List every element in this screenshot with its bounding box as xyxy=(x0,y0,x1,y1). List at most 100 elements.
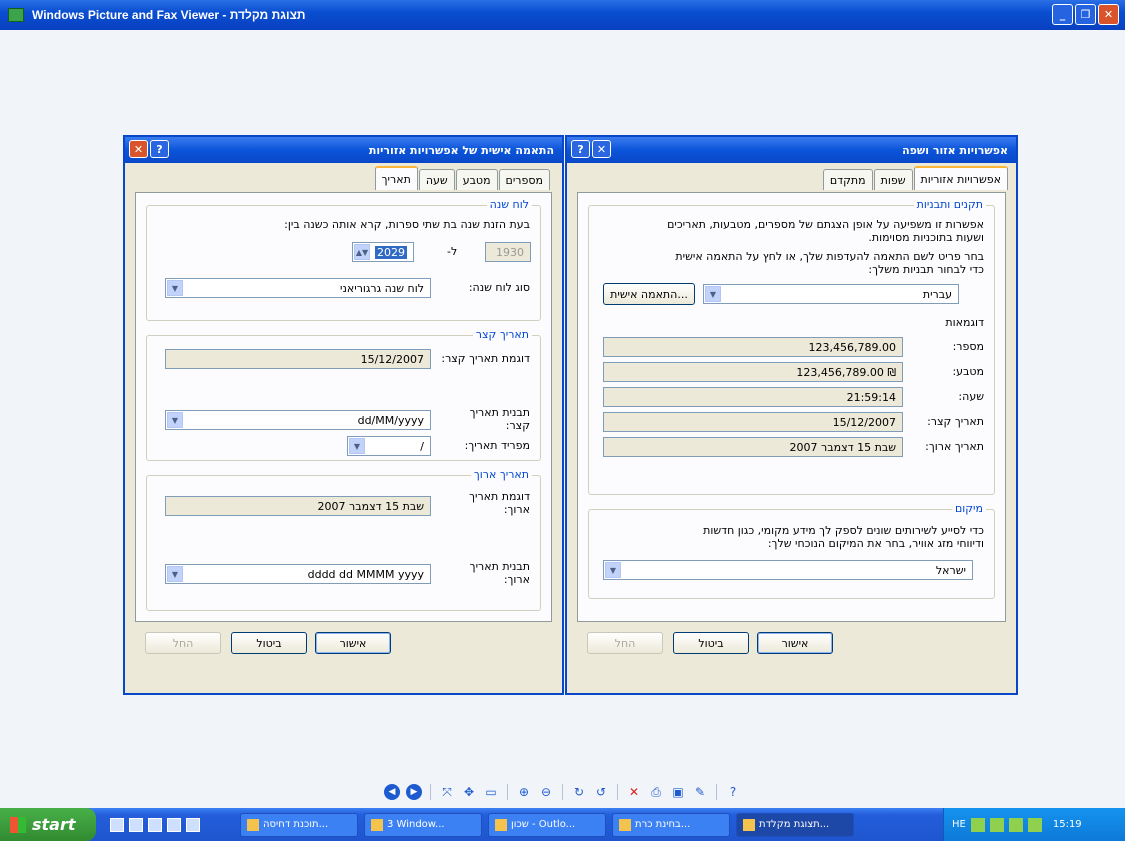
taskbar-item-active[interactable]: תצוגת מקלדת... xyxy=(736,812,854,837)
cancel-button[interactable]: ביטול xyxy=(673,632,749,654)
toolbar-separator xyxy=(617,784,618,800)
regional-options-panel: תקנים ותבניות אפשרות זו משפיעה על אופן ה… xyxy=(577,192,1006,622)
taskbar-item[interactable]: שכון - Outlo... xyxy=(488,812,606,837)
chevron-down-icon[interactable]: ▼ xyxy=(167,412,183,428)
format-language-value: עברית xyxy=(922,287,952,301)
tab-languages[interactable]: שפות xyxy=(873,169,913,190)
window-title: Windows Picture and Fax Viewer - תצוגת מ… xyxy=(32,8,306,22)
image-viewer-area: ✕ ? התאמה אישית של אפשרויות אזוריות מספר… xyxy=(0,30,1125,808)
rotate-counterclockwise-icon[interactable]: ↺ xyxy=(593,784,609,800)
chevron-down-icon[interactable]: ▼ xyxy=(705,286,721,302)
zoom-out-icon[interactable]: ⊖ xyxy=(538,784,554,800)
short-date-format-label: תבנית תאריך קצר: xyxy=(469,406,530,432)
tab-regional-options[interactable]: אפשרויות אזוריות xyxy=(913,166,1008,190)
outlook-icon[interactable] xyxy=(148,817,162,832)
slideshow-icon[interactable]: ▭ xyxy=(483,784,499,800)
date-tab-panel: לוח שנה בעת הזנת שנה בת שתי ספרות, קרא א… xyxy=(135,192,552,622)
show-desktop-icon[interactable] xyxy=(186,817,200,832)
two-digit-year-description: בעת הזנת שנה בת שתי ספרות, קרא אותה כשנה… xyxy=(284,218,530,231)
sample-long-date-field: שבת 15 דצמבר 2007 xyxy=(603,437,903,457)
delete-icon[interactable]: ✕ xyxy=(626,784,642,800)
short-date-format-value: dd/MM/yyyy xyxy=(357,413,424,427)
chevron-down-icon[interactable]: ▼ xyxy=(167,280,183,296)
taskbar-item-label: בחינת כרת... xyxy=(635,819,691,830)
restore-button[interactable]: ❐ xyxy=(1075,4,1096,25)
help-icon[interactable]: ? xyxy=(571,140,590,158)
location-dropdown[interactable]: ישראל ▼ xyxy=(603,560,973,580)
tab-numbers[interactable]: מספרים xyxy=(498,169,550,190)
help-icon[interactable]: ? xyxy=(725,784,741,800)
main-title-bar[interactable]: Windows Picture and Fax Viewer - תצוגת מ… xyxy=(0,0,1125,30)
start-button[interactable]: start xyxy=(0,808,96,841)
help-icon[interactable]: ? xyxy=(150,140,169,158)
formats-description-line4: כדי לבחור תבניות משלך: xyxy=(868,263,984,276)
document-icon[interactable] xyxy=(129,817,143,832)
viewer-toolbar: ◀ ▶ ⤧ ✥ ▭ ⊕ ⊖ ↻ ↺ ✕ ⎙ ▣ ✎ ? xyxy=(0,778,1125,806)
print-icon[interactable]: ⎙ xyxy=(648,784,664,800)
system-tray: HE 15:19 xyxy=(943,808,1125,841)
spinner-arrows-icon[interactable]: ▲▼ xyxy=(354,244,370,260)
tab-advanced[interactable]: מתקדם xyxy=(822,169,873,190)
short-date-group: תאריך קצר דוגמת תאריך קצר: 15/12/2007 תב… xyxy=(146,328,541,461)
year-to-spinner[interactable]: 2029 ▲▼ xyxy=(352,242,414,262)
toolbar-separator xyxy=(562,784,563,800)
internet-explorer-icon[interactable] xyxy=(110,817,124,832)
tray-icon[interactable] xyxy=(1027,817,1042,832)
calendar-type-dropdown[interactable]: לוח שנה גרגוריאני ▼ xyxy=(165,278,431,298)
tab-date[interactable]: תאריך xyxy=(374,166,418,190)
ok-button[interactable]: אישור xyxy=(315,632,391,654)
short-date-format-dropdown[interactable]: dd/MM/yyyy ▼ xyxy=(165,410,431,430)
close-icon[interactable]: ✕ xyxy=(129,140,148,158)
chevron-down-icon[interactable]: ▼ xyxy=(349,438,365,454)
edit-icon[interactable]: ✎ xyxy=(692,784,708,800)
customize-button[interactable]: התאמה אישית... xyxy=(603,283,695,305)
formats-description-line2: ושעות בתוכניות מסוימות. xyxy=(868,231,984,244)
zoom-in-icon[interactable]: ⊕ xyxy=(516,784,532,800)
clock[interactable]: 15:19 xyxy=(1053,819,1082,830)
rotate-clockwise-icon[interactable]: ↻ xyxy=(571,784,587,800)
sample-number-field: 123,456,789.00 xyxy=(603,337,903,357)
chevron-down-icon[interactable]: ▼ xyxy=(605,562,621,578)
format-language-dropdown[interactable]: עברית ▼ xyxy=(703,284,959,304)
calendar-type-label: סוג לוח שנה: xyxy=(468,281,530,294)
media-icon[interactable] xyxy=(167,817,181,832)
language-indicator[interactable]: HE xyxy=(952,819,966,830)
dialog-title-bar[interactable]: ✕ ? התאמה אישית של אפשרויות אזוריות xyxy=(125,137,562,163)
tray-icon[interactable] xyxy=(1008,817,1023,832)
minimize-button[interactable]: _ xyxy=(1052,4,1073,25)
group-legend: תאריך קצר xyxy=(472,328,532,341)
actual-size-icon[interactable]: ✥ xyxy=(461,784,477,800)
chevron-down-icon[interactable]: ▼ xyxy=(167,566,183,582)
picture-viewer-icon xyxy=(8,8,24,22)
taskbar-item-label: תוכנת דחיסה... xyxy=(263,819,329,830)
best-fit-icon[interactable]: ⤧ xyxy=(439,784,455,800)
close-icon[interactable]: ✕ xyxy=(592,140,611,158)
date-separator-dropdown[interactable]: / ▼ xyxy=(347,436,431,456)
dialog-title-bar[interactable]: ? ✕ אפשרויות אזור ושפה xyxy=(567,137,1016,163)
close-button[interactable]: ✕ xyxy=(1098,4,1119,25)
customize-regional-options-dialog: ✕ ? התאמה אישית של אפשרויות אזוריות מספר… xyxy=(123,135,564,695)
sample-long-date-value: שבת 15 דצמבר 2007 xyxy=(789,440,896,454)
tray-icon[interactable] xyxy=(989,817,1004,832)
long-date-group: תאריך ארוך דוגמת תאריך ארוך: שבת 15 דצמב… xyxy=(146,468,541,611)
sample-time-label: שעה: xyxy=(958,390,984,403)
calendar-group: לוח שנה בעת הזנת שנה בת שתי ספרות, קרא א… xyxy=(146,198,541,321)
ok-button[interactable]: אישור xyxy=(757,632,833,654)
next-image-icon[interactable]: ▶ xyxy=(406,784,422,800)
previous-image-icon[interactable]: ◀ xyxy=(384,784,400,800)
sample-currency-value: 123,456,789.00 ₪ xyxy=(796,365,896,379)
taskbar-item[interactable]: בחינת כרת... xyxy=(612,812,730,837)
tab-currency[interactable]: מטבע xyxy=(455,169,498,190)
calendar-type-value: לוח שנה גרגוריאני xyxy=(340,281,424,295)
tab-strip: אפשרויות אזוריות שפות מתקדם xyxy=(822,166,1008,190)
sample-time-field: 21:59:14 xyxy=(603,387,903,407)
tab-time[interactable]: שעה xyxy=(418,169,455,190)
date-separator-value: / xyxy=(420,439,424,453)
long-date-format-dropdown[interactable]: dddd dd MMMM yyyy ▼ xyxy=(165,564,431,584)
cancel-button[interactable]: ביטול xyxy=(231,632,307,654)
sample-currency-label: מטבע: xyxy=(952,365,984,378)
save-icon[interactable]: ▣ xyxy=(670,784,686,800)
tray-icon[interactable] xyxy=(970,817,985,832)
taskbar-item[interactable]: 3 Window... xyxy=(364,812,482,837)
taskbar-item[interactable]: תוכנת דחיסה... xyxy=(240,812,358,837)
